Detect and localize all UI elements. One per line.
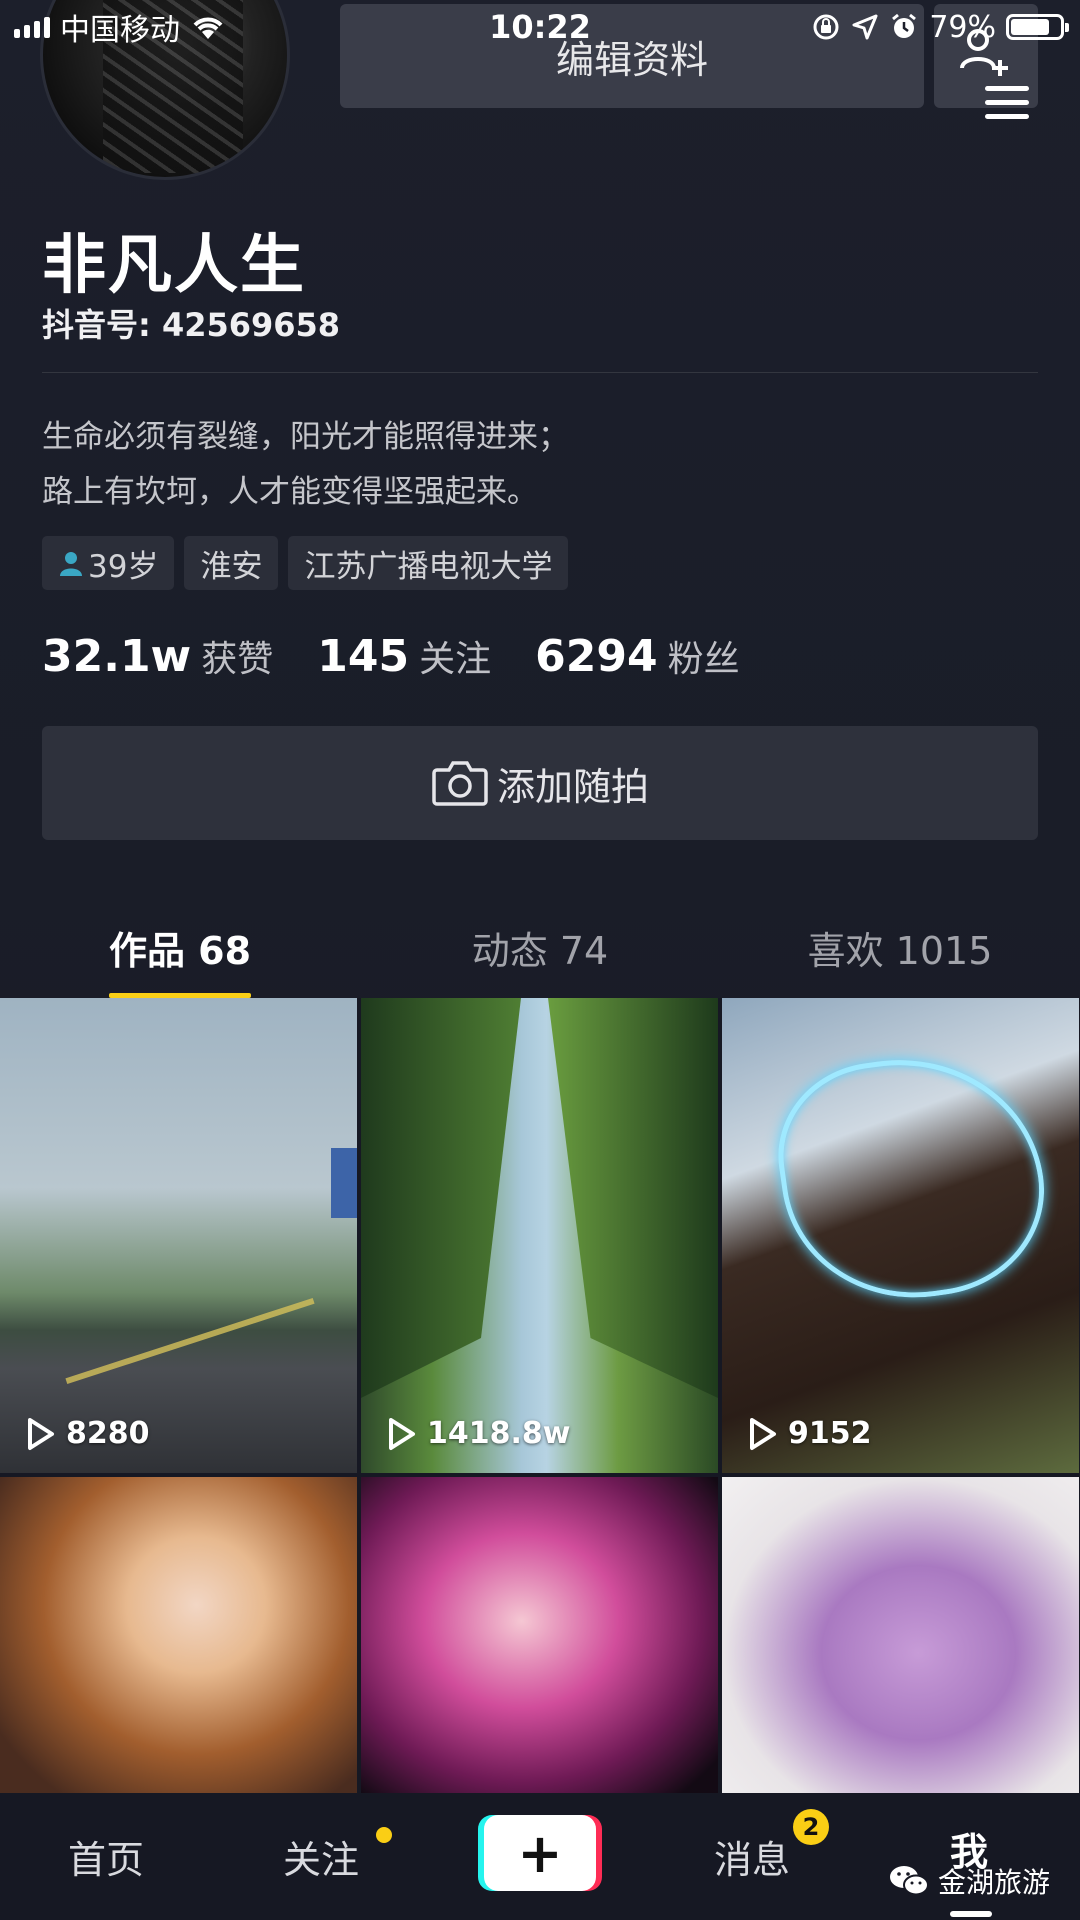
play-count-value: 1418.8w	[427, 1416, 571, 1451]
video-thumbnail[interactable]: 8280	[0, 998, 357, 1473]
nav-me-indicator	[950, 1911, 992, 1917]
road-sign-image	[331, 1148, 357, 1218]
orientation-lock-icon	[813, 14, 839, 40]
content-tabs: 作品 68 动态 74 喜欢 1015	[0, 900, 1080, 1000]
location-icon	[852, 14, 878, 40]
douyin-id: 抖音号: 42569658	[42, 306, 341, 344]
tag-school: 江苏广播电视大学	[288, 536, 569, 590]
video-thumbnail[interactable]	[722, 1477, 1079, 1797]
stat-following[interactable]: 145 关注	[317, 630, 491, 682]
play-icon	[389, 1417, 415, 1450]
play-count: 8280	[26, 1416, 150, 1451]
wechat-icon	[890, 1866, 929, 1896]
nav-home[interactable]: 首页	[68, 1829, 144, 1884]
profile-page: 中国移动 10:22 79% 编辑资料 非凡人生 抖音号: 42569658 生…	[0, 0, 1080, 1920]
add-snapshot-label: 添加随拍	[496, 764, 649, 809]
bio-line: 路上有坎坷，人才能变得坚强起来。	[42, 474, 538, 510]
neon-outline-image	[766, 1041, 1058, 1315]
watermark-label: 金湖旅游	[938, 1866, 1051, 1899]
add-snapshot-button[interactable]: 添加随拍	[42, 726, 1038, 840]
camera-icon	[432, 761, 488, 806]
trees-image	[361, 998, 521, 1398]
tag-age: 39岁	[42, 536, 175, 590]
divider	[42, 372, 1038, 373]
video-thumbnail[interactable]	[0, 1477, 357, 1797]
stat-likes-label: 获赞	[201, 639, 274, 680]
stat-following-label: 关注	[419, 639, 492, 680]
bio-line: 生命必须有裂缝，阳光才能照得进来；	[42, 419, 569, 455]
bio: 生命必须有裂缝，阳光才能照得进来； 路上有坎坷，人才能变得坚强起来。	[42, 410, 569, 520]
stat-followers-value: 6294	[535, 631, 658, 682]
nav-messages[interactable]: 消息	[714, 1829, 790, 1884]
create-button[interactable]: +	[484, 1815, 596, 1891]
messages-badge: 2	[793, 1809, 829, 1845]
status-right: 79%	[811, 9, 1069, 45]
battery-percent: 79%	[929, 9, 996, 45]
menu-icon[interactable]	[985, 86, 1029, 124]
tab-works[interactable]: 作品 68	[0, 900, 360, 1000]
tab-activity[interactable]: 动态 74	[360, 900, 720, 1000]
road-image	[65, 1297, 315, 1385]
play-count: 1418.8w	[387, 1416, 570, 1451]
stat-likes-value: 32.1w	[42, 631, 192, 682]
status-bar: 中国移动 10:22 79%	[0, 0, 1080, 54]
play-icon	[28, 1417, 54, 1450]
nickname: 非凡人生	[42, 229, 306, 303]
tag-location: 淮安	[184, 536, 279, 590]
video-thumbnail[interactable]	[361, 1477, 718, 1797]
trees-image	[548, 998, 718, 1398]
stat-followers-label: 粉丝	[667, 639, 740, 680]
carrier-label: 中国移动	[60, 13, 180, 48]
profile-tags: 39岁 淮安 江苏广播电视大学	[42, 536, 569, 590]
video-grid: 8280 1418.8w 9152	[0, 998, 1080, 1797]
watermark: 金湖旅游	[888, 1861, 1050, 1901]
bottom-nav: 首页 关注 + 消息 2 我 金湖旅游	[0, 1793, 1080, 1920]
tab-likes[interactable]: 喜欢 1015	[720, 900, 1080, 1000]
stat-following-value: 145	[317, 631, 410, 682]
stats: 32.1w 获赞 145 关注 6294 粉丝	[42, 630, 740, 682]
play-icon	[750, 1417, 776, 1450]
play-count-value: 9152	[788, 1416, 872, 1451]
video-thumbnail[interactable]: 9152	[722, 998, 1079, 1473]
video-thumbnail[interactable]: 1418.8w	[361, 998, 718, 1473]
nav-following[interactable]: 关注	[283, 1829, 359, 1884]
tag-age-label: 39岁	[88, 548, 159, 585]
following-dot	[376, 1827, 392, 1843]
status-left: 中国移动	[14, 5, 226, 49]
play-count: 9152	[748, 1416, 872, 1451]
stat-followers[interactable]: 6294 粉丝	[535, 630, 739, 682]
play-count-value: 8280	[66, 1416, 150, 1451]
stat-likes: 32.1w 获赞	[42, 630, 273, 682]
user-icon	[60, 552, 82, 576]
alarm-icon	[892, 13, 917, 38]
battery-icon	[1006, 14, 1069, 40]
signal-icon	[14, 16, 50, 38]
wifi-icon	[193, 17, 223, 39]
